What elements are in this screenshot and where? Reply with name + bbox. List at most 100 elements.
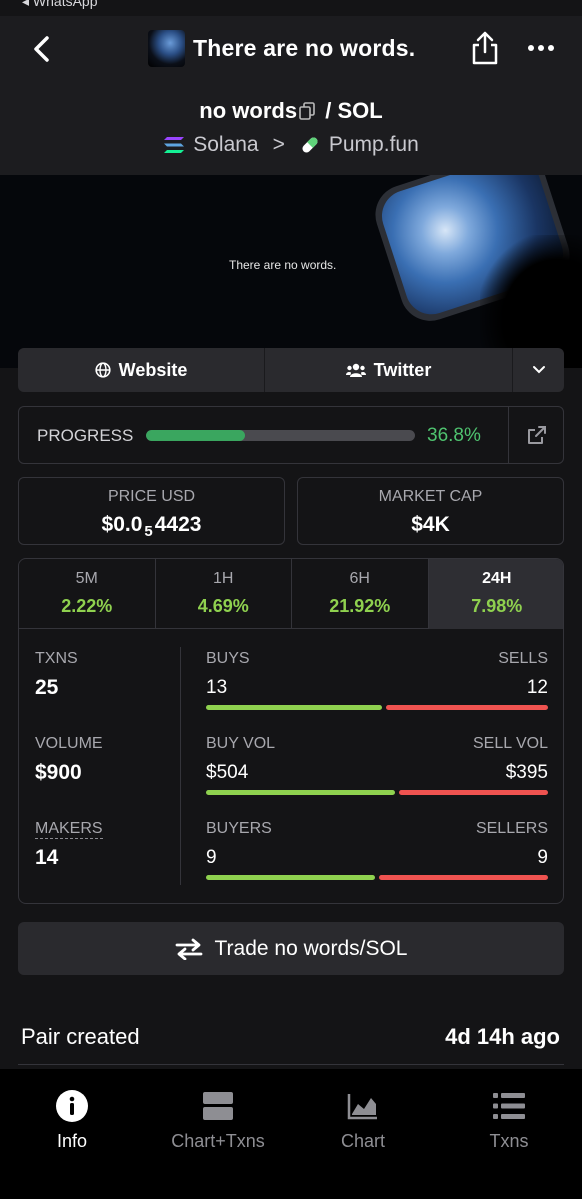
market-cap-value: $4K (411, 513, 450, 536)
copy-icon[interactable] (299, 100, 315, 120)
tab-24h[interactable]: 24H 7.98% (428, 559, 563, 629)
progress-label: PROGRESS (37, 426, 134, 445)
sell-vol-ratio-bar (399, 790, 548, 795)
metrics-divider (180, 647, 181, 885)
txns-value: 25 (35, 676, 59, 699)
progress-bar-fill (146, 430, 245, 441)
timeframe-tabs: 5M 2.22% 1H 4.69% 6H 21.92% 24H 7.98% (19, 559, 563, 629)
share-button[interactable] (470, 30, 500, 66)
sellers-ratio-bar (379, 875, 548, 880)
users-icon (345, 363, 366, 377)
buys-sells-row: BUYS SELLS 13 12 (206, 650, 548, 710)
info-icon (54, 1089, 90, 1123)
back-to-app-label[interactable]: ◂ WhatsApp (22, 0, 98, 10)
price-zero-count: 5 (144, 523, 153, 540)
volume-label: VOLUME (35, 735, 103, 752)
tab-label: Chart+Txns (171, 1131, 265, 1151)
timeframe-label: 24H (482, 570, 512, 587)
price-change-value: 2.22% (61, 596, 113, 616)
chevron-down-icon (532, 366, 545, 374)
quote-token-name: SOL (337, 98, 383, 123)
progress-bar (146, 430, 415, 441)
sell-vol-value: $395 (505, 762, 548, 783)
market-cap-label: MARKET CAP (378, 488, 483, 505)
sellers-value: 9 (537, 847, 548, 868)
tab-chart-txns[interactable]: Chart+Txns (153, 1089, 283, 1152)
solana-logo-icon (164, 137, 185, 153)
timeframe-label: 5M (75, 570, 98, 587)
buys-label: BUYS (206, 650, 250, 667)
website-label: Website (118, 359, 188, 380)
more-links-dropdown[interactable] (513, 348, 564, 392)
buys-value: 13 (206, 677, 228, 698)
list-icon (491, 1089, 527, 1123)
external-link-icon (527, 426, 546, 444)
timeframe-label: 1H (213, 570, 234, 587)
pair-header: no words / SOL Solana > Pump.fun (0, 83, 582, 175)
pair-created-label: Pair created (21, 1024, 140, 1049)
buyers-sellers-row: BUYERS SELLERS 9 9 (206, 820, 548, 880)
buyers-label: BUYERS (206, 820, 272, 837)
more-options-button[interactable] (526, 38, 556, 58)
txns-stat: TXNS 25 (35, 650, 78, 700)
makers-stat: MAKERS 14 (35, 820, 103, 870)
globe-icon (95, 362, 111, 378)
timeframe-label: 6H (349, 570, 370, 587)
token-avatar (148, 29, 185, 67)
swap-arrows-icon (175, 938, 202, 960)
price-prefix: $0.0 (101, 513, 143, 536)
bonding-progress-card: PROGRESS 36.8% (18, 406, 564, 464)
tab-info[interactable]: Info (7, 1089, 137, 1152)
more-horizontal-icon (528, 45, 554, 51)
sells-label: SELLS (498, 650, 548, 667)
pair-name: no words / SOL (0, 98, 582, 124)
price-significant-digits: 4423 (154, 513, 202, 536)
dex-link[interactable]: Pump.fun (329, 133, 419, 157)
tab-chart[interactable]: Chart (298, 1089, 428, 1152)
pair-separator: / (325, 98, 332, 123)
banner-caption: There are no words. (229, 258, 337, 272)
chain-link[interactable]: Solana (193, 133, 258, 157)
tab-label: Info (56, 1131, 88, 1151)
sells-value: 12 (526, 677, 548, 698)
sell-vol-label: SELL VOL (472, 735, 548, 752)
twitter-button[interactable]: Twitter (265, 348, 513, 392)
back-button[interactable] (26, 32, 56, 66)
market-cap-card: MARKET CAP $4K (297, 477, 564, 545)
tab-txns[interactable]: Txns (444, 1089, 574, 1152)
tab-6h[interactable]: 6H 21.92% (292, 559, 429, 629)
tab-1h[interactable]: 1H 4.69% (156, 559, 292, 629)
social-links-bar: Website Twitter (18, 348, 564, 392)
bottom-tab-bar: Info Chart+Txns Chart Txns (0, 1069, 582, 1199)
area-chart-icon (345, 1089, 381, 1123)
price-change-value: 7.98% (471, 596, 523, 616)
buys-ratio-bar (206, 705, 382, 710)
sellers-label: SELLERS (475, 820, 548, 837)
tab-5m[interactable]: 5M 2.22% (19, 559, 156, 629)
makers-value: 14 (35, 846, 59, 869)
website-button[interactable]: Website (18, 348, 265, 392)
twitter-label: Twitter (373, 359, 432, 380)
pair-created-row: Pair created 4d 14h ago (0, 1010, 582, 1066)
divider (18, 1064, 564, 1065)
makers-label[interactable]: MAKERS (35, 820, 103, 839)
buy-sell-volume-row: BUY VOL SELL VOL $504 $395 (206, 735, 548, 795)
progress-percentage: 36.8% (427, 425, 481, 446)
share-icon (472, 31, 498, 65)
status-bar: ◂ WhatsApp (0, 0, 582, 16)
external-link-button[interactable] (508, 407, 564, 463)
volume-stat: VOLUME $900 (35, 735, 103, 785)
buyers-value: 9 (206, 847, 217, 868)
buyers-ratio-bar (206, 875, 375, 880)
trade-button[interactable]: Trade no words/SOL (18, 922, 564, 975)
chevron-left-icon (34, 36, 49, 62)
pair-created-value: 4d 14h ago (445, 1024, 560, 1049)
buy-vol-ratio-bar (206, 790, 396, 795)
sells-ratio-bar (385, 705, 548, 710)
breadcrumb-chevron: > (272, 133, 285, 156)
pair-breadcrumb: Solana > Pump.fun (0, 133, 582, 157)
top-navigation-bar: There are no words. (0, 16, 582, 83)
price-usd-value: $0.0 54423 (19, 513, 284, 540)
volume-value: $900 (35, 761, 82, 784)
nav-title-group: There are no words. (148, 28, 415, 68)
